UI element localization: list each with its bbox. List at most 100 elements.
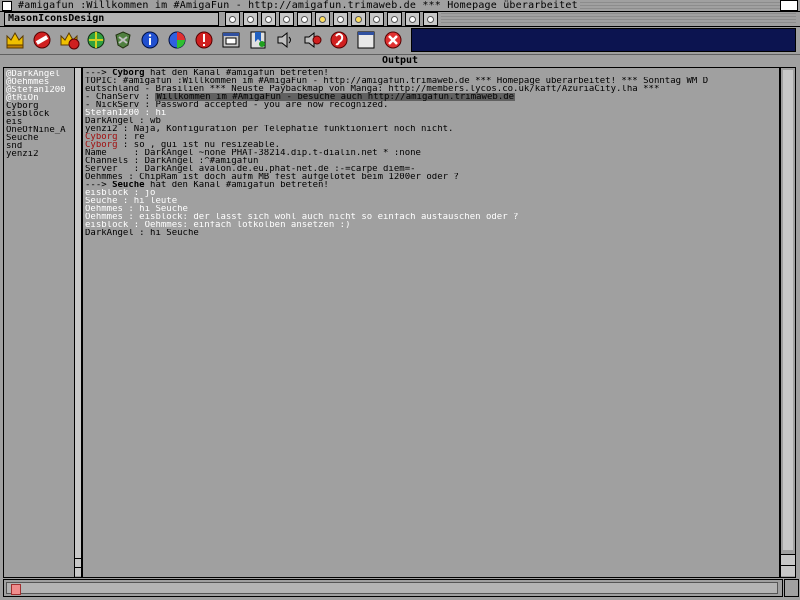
dot-icon bbox=[301, 15, 308, 23]
crown-icon[interactable] bbox=[3, 29, 27, 51]
toolbar-stripe bbox=[441, 13, 796, 25]
icon-toolbar bbox=[0, 27, 800, 53]
dot-icon bbox=[337, 15, 344, 23]
chat-line: Oehmmes : eisblock: der lässt sich wohl … bbox=[85, 213, 519, 221]
speaker-icon[interactable] bbox=[273, 29, 297, 51]
chat-line: eutschland - Brasilien *** Neuste Paybac… bbox=[85, 85, 660, 93]
chat-scroll-up[interactable] bbox=[781, 554, 795, 565]
user-list-scroll-down[interactable] bbox=[75, 567, 81, 576]
user-list-scrollbar[interactable] bbox=[74, 67, 82, 578]
dot-icon bbox=[265, 15, 272, 23]
toolbar-top: MasonIconsDesign bbox=[0, 12, 800, 27]
chat-line: Channels : DarkAngel :^#amigafun bbox=[85, 157, 259, 165]
window-title: #amigafun :Willkommen im #AmigaFun - htt… bbox=[16, 0, 580, 11]
ear-icon[interactable] bbox=[327, 29, 351, 51]
dot-icon bbox=[409, 15, 416, 23]
text-cursor bbox=[11, 584, 21, 595]
nick: Cyborg bbox=[85, 141, 118, 149]
user-list-item[interactable]: Cyborg bbox=[6, 102, 74, 110]
chat-line: TOPIC: #amigafun :Willkommen im #AmigaFu… bbox=[85, 77, 709, 85]
chat-line: Oehmmes : hi Seuche bbox=[85, 205, 188, 213]
info-icon[interactable] bbox=[138, 29, 162, 51]
small-gadget-2[interactable] bbox=[261, 12, 276, 26]
dot-icon bbox=[247, 15, 254, 23]
shield-icon[interactable] bbox=[111, 29, 135, 51]
chat-line: yenzi2 : Naja, Konfiguration per Telepha… bbox=[85, 125, 454, 133]
small-gadget-0[interactable] bbox=[225, 12, 240, 26]
user-list-item[interactable]: @Stefan1200 bbox=[6, 86, 74, 94]
close-x-icon[interactable] bbox=[381, 29, 405, 51]
small-gadget-row bbox=[225, 12, 441, 26]
small-gadget-10[interactable] bbox=[405, 12, 420, 26]
depth-gadget[interactable] bbox=[780, 0, 798, 11]
chat-line: Stefan1200 : hi bbox=[85, 109, 167, 117]
chat-line: Seuche : hi leute bbox=[85, 197, 178, 205]
nick: Cyborg bbox=[85, 133, 118, 141]
dot-icon bbox=[319, 15, 326, 23]
dot-icon bbox=[391, 15, 398, 23]
chanserv-message: Willkommen im #AmigaFun - besuche auch h… bbox=[155, 93, 516, 101]
chat-line: Name : DarkAngel ~none PHAT-38214.dip.t-… bbox=[85, 149, 421, 157]
window-icon[interactable] bbox=[219, 29, 243, 51]
chat-line: ---> Cyborg hat den Kanal #amigafun betr… bbox=[85, 69, 329, 77]
user-list-item[interactable]: eisblock bbox=[6, 110, 74, 118]
chat-line: - NickServ : Password accepted - you are… bbox=[85, 101, 389, 109]
color-wheel-icon[interactable] bbox=[165, 29, 189, 51]
chat-line: Server : DarkAngel avalon.de.eu.phat-net… bbox=[85, 165, 416, 173]
small-gadget-6[interactable] bbox=[333, 12, 348, 26]
dot-icon bbox=[229, 15, 236, 23]
user-list[interactable]: @DarkAngel @Oehmmes @Stefan1200 @tRiOn Cybor… bbox=[3, 67, 75, 578]
small-gadget-4[interactable] bbox=[297, 12, 312, 26]
chat-line: Cyborg : so , gui ist nu resizeable. bbox=[85, 141, 281, 149]
small-gadget-3[interactable] bbox=[279, 12, 294, 26]
window-title-bar-text: #amigafun :Willkommen im #AmigaFun - htt… bbox=[16, 0, 780, 11]
small-gadget-8[interactable] bbox=[369, 12, 384, 26]
icon-row bbox=[0, 29, 405, 51]
small-gadget-7[interactable] bbox=[351, 12, 366, 26]
user-list-scroll-thumb[interactable] bbox=[75, 68, 81, 558]
chat-line: eisblock : Oehmmes: einfach lötkolben an… bbox=[85, 221, 351, 229]
chat-scrollbar[interactable] bbox=[780, 67, 796, 578]
user-list-item[interactable]: @tRiOn bbox=[6, 94, 74, 102]
input-bar bbox=[3, 579, 783, 597]
chat-line: - ChanServ : Willkommen im #AmigaFun - b… bbox=[85, 93, 516, 101]
bookmark-icon[interactable] bbox=[246, 29, 270, 51]
small-gadget-5[interactable] bbox=[315, 12, 330, 26]
dot-icon bbox=[355, 15, 362, 23]
window-titlebar[interactable]: #amigafun :Willkommen im #AmigaFun - htt… bbox=[0, 0, 800, 12]
stop-sign-icon[interactable] bbox=[192, 29, 216, 51]
user-list-item[interactable]: @DarkAngel bbox=[6, 70, 74, 78]
chat-scroll-thumb[interactable] bbox=[783, 70, 793, 550]
user-list-item[interactable]: yenzi2 bbox=[6, 150, 74, 158]
globe-icon[interactable] bbox=[84, 29, 108, 51]
small-gadget-9[interactable] bbox=[387, 12, 402, 26]
small-gadget-11[interactable] bbox=[423, 12, 438, 26]
chat-scroll-down[interactable] bbox=[781, 565, 795, 576]
user-list-item[interactable]: @Oehmmes bbox=[6, 78, 74, 86]
window-blank-icon[interactable] bbox=[354, 29, 378, 51]
speaker-mute-icon[interactable] bbox=[300, 29, 324, 51]
size-gadget[interactable] bbox=[784, 579, 799, 597]
chat-line: DarkAngel : wb bbox=[85, 117, 161, 125]
user-list-item[interactable]: eis bbox=[6, 118, 74, 126]
user-list-item[interactable]: snd bbox=[6, 142, 74, 150]
no-entry-icon[interactable] bbox=[30, 29, 54, 51]
close-gadget[interactable] bbox=[2, 0, 12, 11]
dot-icon bbox=[373, 15, 380, 23]
chat-line: Cyborg : re bbox=[85, 133, 145, 141]
user-list-item[interactable]: Seuche bbox=[6, 134, 74, 142]
output-label: Output bbox=[0, 54, 800, 66]
chat-lines: ---> Cyborg hat den Kanal #amigafun betr… bbox=[83, 68, 779, 238]
nick: Seuche bbox=[112, 181, 145, 189]
chat-line: ---> Seuche hat den Kanal #amigafun betr… bbox=[85, 181, 329, 189]
user-list-item[interactable]: OneOfNine_A bbox=[6, 126, 74, 134]
chat-line: eisblock : jo bbox=[85, 189, 156, 197]
button-group-label[interactable]: MasonIconsDesign bbox=[4, 12, 219, 26]
message-input[interactable] bbox=[6, 582, 778, 594]
chat-output[interactable]: ---> Cyborg hat den Kanal #amigafun betr… bbox=[82, 67, 780, 578]
chat-line: DarkAngel : hi Seuche bbox=[85, 229, 199, 237]
small-gadget-1[interactable] bbox=[243, 12, 258, 26]
user-list-scroll-up[interactable] bbox=[75, 558, 81, 567]
crown-alert-icon[interactable] bbox=[57, 29, 81, 51]
toolbar-dark-panel bbox=[411, 28, 796, 52]
